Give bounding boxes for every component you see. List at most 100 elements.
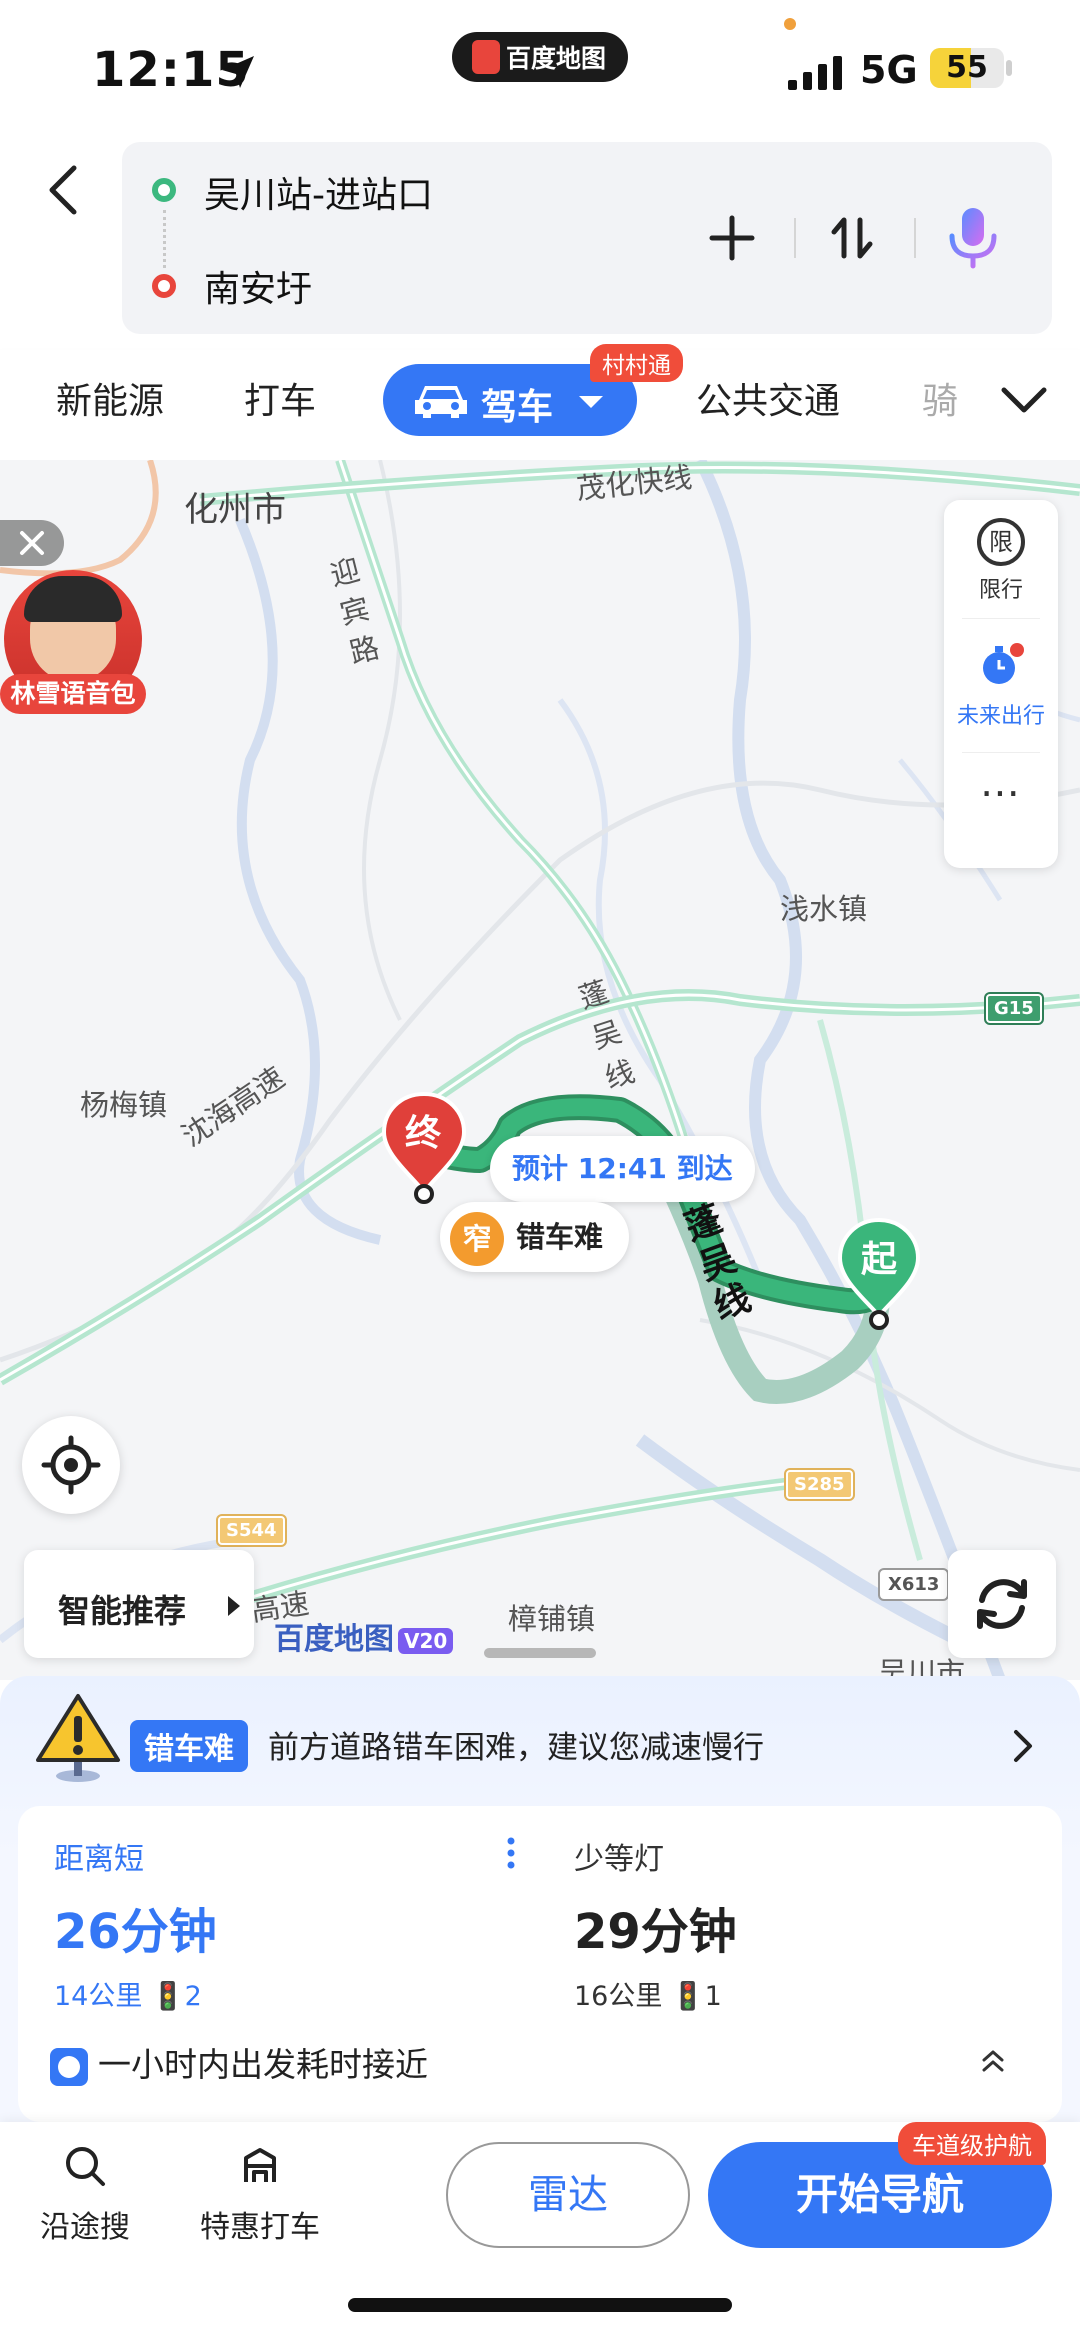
chevron-down-icon (579, 396, 603, 408)
avatar-hair (24, 576, 122, 622)
route-option-fewer-lights[interactable]: 少等灯 29分钟 16公里 🚦1 (574, 1834, 737, 2013)
voice-pack-label[interactable]: 林雪语音包 (0, 674, 146, 714)
lane-level-badge: 车道级护航 (898, 2122, 1046, 2165)
start-dot-icon (152, 178, 176, 202)
tab-new-energy[interactable]: 新能源 (56, 372, 164, 424)
restriction-icon: 限 (977, 518, 1025, 566)
map-base (0, 460, 1080, 1680)
route-option-time: 26分钟 (54, 1904, 217, 1960)
travel-mode-tabs: 新能源 打车 驾车 村村通 公共交通 骑 (0, 344, 1080, 460)
signal-icon (788, 56, 842, 90)
eta-bubble: 预计 12:41 到达 (490, 1136, 755, 1202)
end-marker-text: 终 (404, 1113, 441, 1154)
car-icon (415, 386, 467, 418)
departure-hint-text: 一小时内出发耗时接近 (98, 2045, 428, 2084)
close-icon (20, 531, 44, 555)
warning-text[interactable]: 前方道路错车困难，建议您减速慢行 (268, 1722, 764, 1767)
route-option-meta: 16公里 🚦1 (574, 1974, 737, 2013)
sheet-drag-handle[interactable] (484, 1648, 596, 1658)
route-option-lights: 1 (704, 1981, 722, 2012)
map-label-yangmei: 杨梅镇 (80, 1088, 168, 1122)
route-connector (163, 210, 166, 268)
cheap-taxi-button[interactable]: 特惠打车 (200, 2142, 320, 2246)
divider (962, 752, 1040, 753)
divider (794, 218, 796, 258)
route-option-title: 距离短 (54, 1842, 144, 1877)
microphone-icon[interactable] (938, 202, 1008, 272)
map-side-panel: 限 限行 未来出行 ⋯ (944, 500, 1058, 868)
search-along-label: 沿途搜 (40, 2210, 130, 2245)
destination-field[interactable]: 南安圩 (204, 260, 312, 312)
locate-me-button[interactable] (22, 1416, 120, 1514)
future-travel-button[interactable]: 未来出行 (944, 640, 1058, 730)
map-view[interactable]: 化州市 茂化快线 迎宾路 浅水镇 蓬吴线 杨梅镇 沈海高速 湛高速 樟铺镇 吴川… (0, 460, 1080, 1680)
chevron-up-icon[interactable] (978, 2046, 1008, 2076)
warning-tag: 错车难 (130, 1720, 248, 1772)
divider (914, 218, 916, 258)
app-name: 百度地图 (506, 44, 607, 73)
status-bar: 12:15 百度地图 5G 55 (0, 0, 1080, 140)
chevron-right-icon[interactable] (1008, 1726, 1038, 1766)
timer-icon (983, 643, 1024, 684)
expand-tabs-icon[interactable] (994, 378, 1054, 422)
tab-bike[interactable]: 骑 (922, 372, 958, 424)
restriction-label: 限行 (978, 578, 1023, 603)
divider (962, 618, 1040, 619)
warning-icon (36, 1694, 120, 1782)
road-shield-s285: S285 (786, 1470, 853, 1499)
app-indicator[interactable]: 百度地图 (452, 32, 628, 82)
village-road-badge: 村村通 (590, 344, 683, 382)
traffic-light-icon: 🚦 (150, 1981, 185, 2012)
location-arrow-icon (222, 56, 254, 88)
future-travel-label: 未来出行 (956, 704, 1045, 729)
traffic-light-icon: 🚦 (670, 1981, 705, 2012)
map-logo: 百度地图 V20 (274, 1614, 454, 1658)
more-button[interactable]: ⋯ (944, 770, 1058, 816)
start-location-field[interactable]: 吴川站-进站口 (204, 166, 433, 218)
route-option-lights: 2 (184, 1981, 202, 2012)
search-along-route-button[interactable]: 沿途搜 (40, 2142, 130, 2246)
battery-tip (1006, 60, 1012, 76)
swap-icon[interactable] (822, 208, 882, 268)
radar-button[interactable]: 雷达 (446, 2142, 690, 2248)
refresh-route-button[interactable] (948, 1550, 1056, 1658)
refresh-icon (977, 1579, 1027, 1629)
home-indicator[interactable] (348, 2298, 732, 2312)
clock-icon (50, 2047, 88, 2086)
tab-drive-label: 驾车 (481, 387, 554, 428)
baidu-map-logo-icon (472, 40, 500, 74)
close-voice-pack-button[interactable] (0, 520, 64, 566)
end-dot-icon (152, 274, 176, 298)
start-marker[interactable]: 起 (836, 1216, 922, 1332)
route-input-box: 吴川站-进站口 南安圩 (122, 142, 1052, 334)
route-option-title: 少等灯 (574, 1842, 664, 1877)
add-stop-icon[interactable] (702, 208, 762, 268)
locate-icon (41, 1435, 101, 1495)
back-icon[interactable] (40, 160, 90, 220)
map-label-huazhou: 化州市 (184, 490, 286, 530)
smart-recommend-label: 智能推荐 (58, 1592, 187, 1630)
narrow-road-icon: 窄 (450, 1212, 504, 1266)
route-option-meta: 14公里 🚦2 (54, 1974, 217, 2013)
battery-percent: 55 (946, 50, 988, 85)
end-marker[interactable]: 终 (380, 1090, 468, 1206)
departure-hint[interactable]: 一小时内出发耗时接近 (50, 2038, 428, 2086)
restriction-button[interactable]: 限 限行 (944, 518, 1058, 604)
narrow-road-bubble[interactable]: 窄错车难 (440, 1202, 630, 1272)
narrow-road-text: 错车难 (516, 1220, 604, 1254)
tab-taxi[interactable]: 打车 (244, 372, 316, 424)
map-label-qianshui: 浅水镇 (780, 892, 868, 926)
route-option-distance: 16公里 (574, 1981, 663, 2012)
tab-public-transit[interactable]: 公共交通 (696, 372, 840, 424)
network-type: 5G (860, 48, 918, 92)
privacy-indicator-dot (784, 18, 796, 30)
smart-recommend-button[interactable]: 智能推荐 (24, 1550, 254, 1658)
route-option-shortest[interactable]: 距离短 26分钟 14公里 🚦2 (54, 1834, 217, 2013)
route-options-card: 距离短 26分钟 14公里 🚦2 少等灯 29分钟 16公里 🚦1 一小时内出发… (18, 1806, 1062, 2122)
map-logo-text: 百度地图 (274, 1622, 394, 1657)
map-label-zhangpu: 樟铺镇 (508, 1602, 596, 1636)
search-icon (66, 2147, 105, 2186)
more-icon: ⋯ (980, 770, 1022, 816)
options-menu-icon[interactable] (506, 1836, 516, 1870)
play-triangle-icon (228, 1596, 240, 1616)
